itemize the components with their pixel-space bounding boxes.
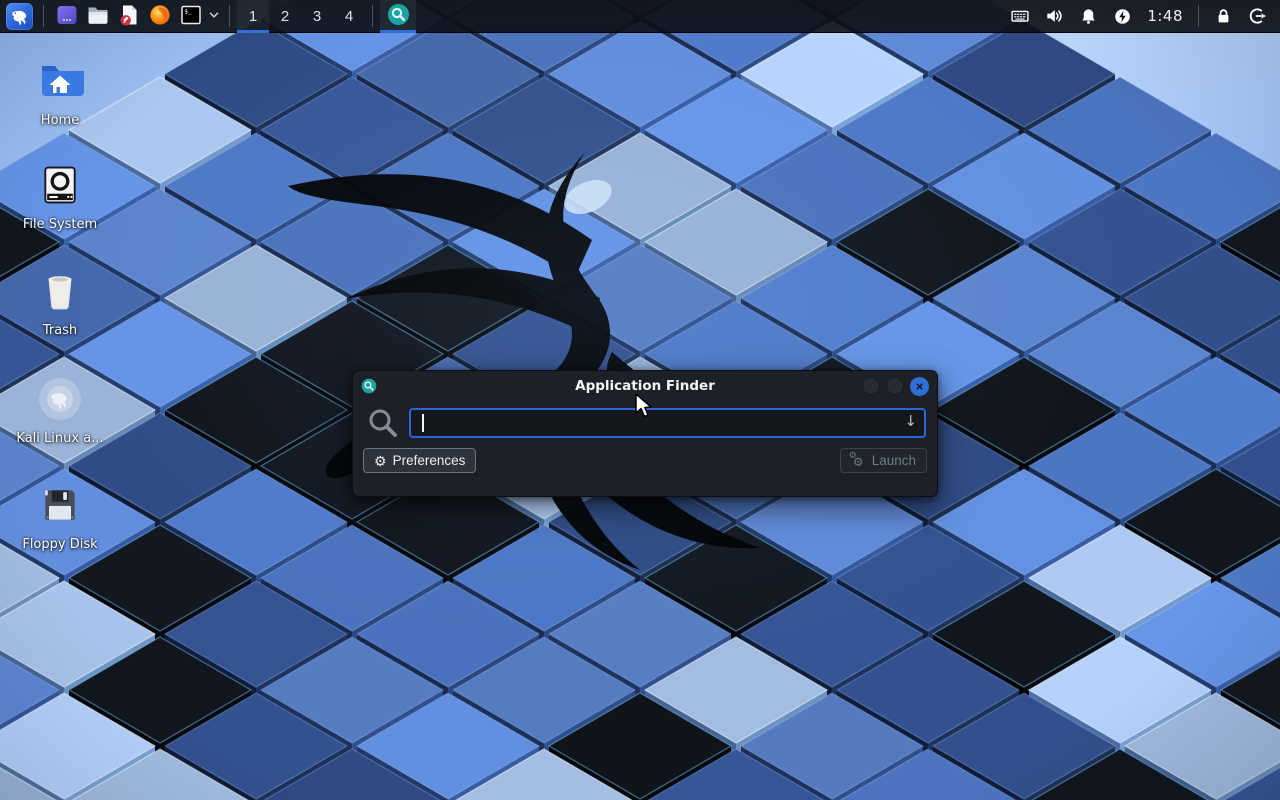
clock[interactable]: 1:48 [1139,7,1191,25]
close-button[interactable]: × [910,377,929,396]
workspace-button-3[interactable]: 3 [301,0,333,33]
kali-dragon-icon [6,3,33,30]
workspace-button-4[interactable]: 4 [333,0,365,33]
chevron-down-icon [207,8,221,25]
svg-text:$_: $_ [184,8,192,15]
panel-separator [43,5,44,27]
file-system-drive-icon [8,160,112,210]
workspace-button-1[interactable]: 1 [237,0,269,33]
log-out-icon[interactable] [1240,0,1274,33]
taskbar-window-app-finder[interactable] [380,0,416,33]
minimize-button[interactable] [862,377,880,395]
launch-button[interactable]: ⚙⚙ Launch [840,448,927,473]
top-panel: $_ 1 2 3 4 [0,0,1280,33]
kali-docs-icon [8,374,112,424]
notifications-icon[interactable] [1071,0,1105,33]
terminal-icon: $_ [179,3,203,30]
down-arrow-icon[interactable]: ↓ [904,412,917,430]
applications-menu-button[interactable] [3,0,36,33]
trash-icon [8,266,112,316]
desktop-icon-label: Home [8,114,112,129]
text-editor-icon [117,3,141,30]
desktop-icon-label: Kali Linux a... [8,432,112,447]
launcher-window-app[interactable] [51,0,82,33]
system-tray: 1:48 [1003,0,1274,33]
search-icon [366,406,400,440]
launcher-file-manager[interactable] [82,0,113,33]
desktop-icon-floppy-disk[interactable]: Floppy Disk [8,480,112,553]
home-folder-icon [8,56,112,106]
window-app-icon [55,3,79,30]
application-finder-window: Application Finder × ↓ [352,370,938,497]
window-titlebar[interactable]: Application Finder × [353,371,937,401]
window-title: Application Finder [353,378,937,394]
firefox-icon [148,3,172,30]
floppy-disk-icon [8,480,112,530]
desktop-icon-home[interactable]: Home [8,56,112,129]
launcher-firefox[interactable] [144,0,175,33]
preferences-button[interactable]: ⚙ Preferences [363,448,476,473]
workspace-button-2[interactable]: 2 [269,0,301,33]
power-manager-icon[interactable] [1105,0,1139,33]
gear-icon: ⚙ [374,454,387,468]
maximize-button[interactable] [886,377,904,395]
panel-separator [229,5,230,27]
launch-gears-icon: ⚙⚙ [851,453,866,468]
desktop-icon-label: File System [8,218,112,233]
desktop-icon-label: Floppy Disk [8,538,112,553]
panel-separator [372,5,373,27]
app-finder-icon [361,378,377,394]
launcher-text-editor[interactable] [113,0,144,33]
keyboard-layout-icon[interactable] [1003,0,1037,33]
app-finder-icon [387,3,410,29]
desktop-screen: Home File System Trash [0,0,1280,800]
lock-screen-icon[interactable] [1206,0,1240,33]
desktop-icon-label: Trash [8,324,112,339]
desktop-icon-file-system[interactable]: File System [8,160,112,233]
terminal-dropdown-button[interactable] [206,0,222,33]
desktop-icon-kali-docs[interactable]: Kali Linux a... [8,374,112,447]
close-icon: × [916,377,924,396]
panel-separator [1198,5,1199,27]
desktop-icon-trash[interactable]: Trash [8,266,112,339]
text-caret [422,414,424,432]
search-input[interactable] [409,408,926,438]
file-manager-icon [86,3,110,30]
launcher-terminal[interactable]: $_ [175,0,206,33]
volume-icon[interactable] [1037,0,1071,33]
